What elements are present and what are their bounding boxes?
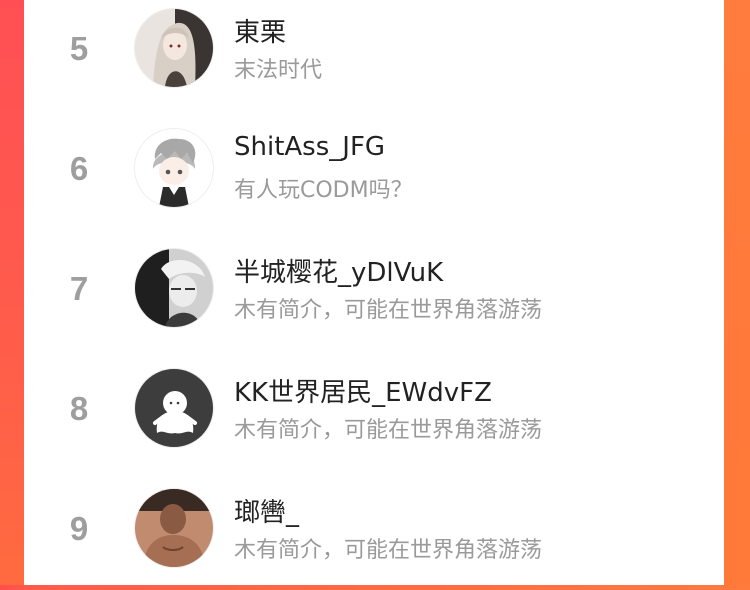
right-gradient-border <box>724 0 750 585</box>
manga-boy-avatar[interactable] <box>134 248 214 328</box>
rank-number: 5 <box>69 30 89 67</box>
left-gradient-border <box>0 0 24 585</box>
user-bio: 木有简介，可能在世界角落游荡 <box>234 298 543 323</box>
ranking-row[interactable]: 5 東栗 末法时代 <box>24 0 724 110</box>
user-bio: 木有简介，可能在世界角落游荡 <box>234 538 543 563</box>
user-name[interactable]: 半城樱花_yDlVuK <box>234 252 443 289</box>
anime-boy-avatar[interactable] <box>134 128 214 208</box>
rank-number: 8 <box>69 390 89 427</box>
user-bio: 末法时代 <box>234 58 323 83</box>
user-bio: 木有简介，可能在世界角落游荡 <box>234 418 543 443</box>
user-name[interactable]: ShitAss_JFG <box>234 132 385 162</box>
ranking-row[interactable]: 6 ShitAss_JFG 有人玩CODM吗？ <box>24 110 724 230</box>
default-ghost-avatar[interactable] <box>134 368 214 448</box>
rank-number: 7 <box>69 270 89 307</box>
ranking-row[interactable]: 9 瑯轡_ 木有简介，可能在世界角落游荡 <box>24 470 724 590</box>
rank-number: 9 <box>69 510 89 547</box>
ranking-list: 5 東栗 末法时代 6 ShitAss_JFG 有人玩CODM吗？ 7 半城樱花… <box>24 0 724 585</box>
rank-number: 6 <box>69 150 89 187</box>
anime-girl-avatar[interactable] <box>134 8 214 88</box>
user-name[interactable]: 瑯轡_ <box>234 492 299 529</box>
photo-person-avatar[interactable] <box>134 488 214 568</box>
user-bio: 有人玩CODM吗？ <box>234 178 413 203</box>
ranking-row[interactable]: 8 KK世界居民_EWdvFZ 木有简介，可能在世界角落游荡 <box>24 350 724 470</box>
ranking-row[interactable]: 7 半城樱花_yDlVuK 木有简介，可能在世界角落游荡 <box>24 230 724 350</box>
user-name[interactable]: 東栗 <box>234 12 286 49</box>
user-name[interactable]: KK世界居民_EWdvFZ <box>234 372 492 409</box>
